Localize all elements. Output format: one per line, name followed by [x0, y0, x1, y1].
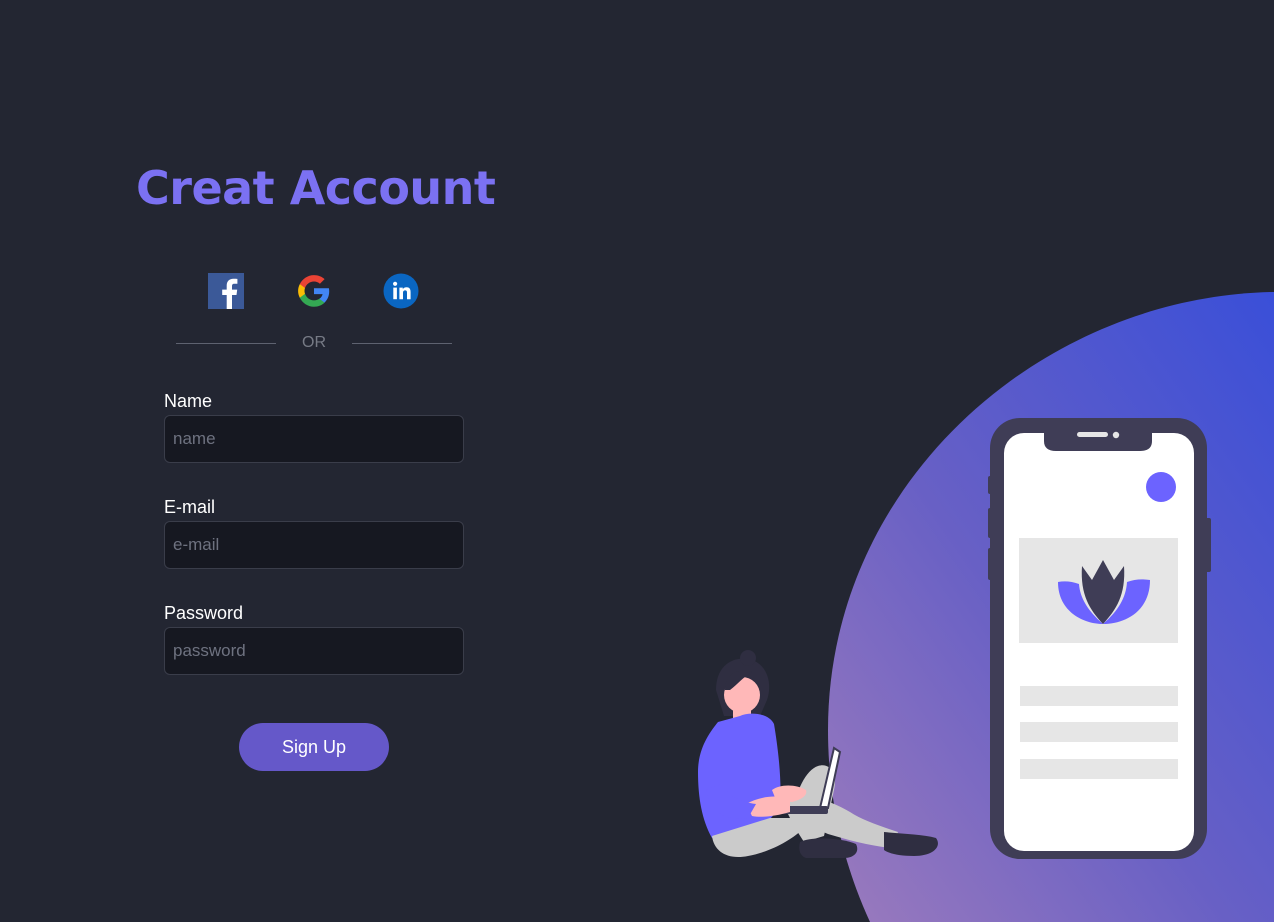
google-signin-button[interactable]: [296, 273, 332, 309]
gradient-blob-shape: [828, 292, 1274, 922]
password-input[interactable]: [164, 627, 464, 675]
linkedin-icon: [383, 273, 419, 309]
email-label: E-mail: [164, 497, 216, 517]
person-with-laptop-illustration: [698, 650, 938, 858]
divider-line-left: [176, 343, 276, 344]
google-icon: [298, 275, 330, 307]
facebook-icon: [208, 273, 244, 309]
linkedin-signin-button[interactable]: [383, 273, 419, 309]
facebook-signin-button[interactable]: [208, 273, 244, 309]
sign-up-button[interactable]: Sign Up: [239, 723, 389, 771]
divider-line-right: [352, 343, 452, 344]
email-input[interactable]: [164, 521, 464, 569]
divider-or-text: OR: [302, 334, 326, 351]
password-label: Password: [164, 603, 244, 623]
name-input[interactable]: [164, 415, 464, 463]
name-label: Name: [164, 391, 213, 411]
page-title: Creat Account: [136, 161, 496, 215]
phone-illustration: [988, 418, 1211, 859]
